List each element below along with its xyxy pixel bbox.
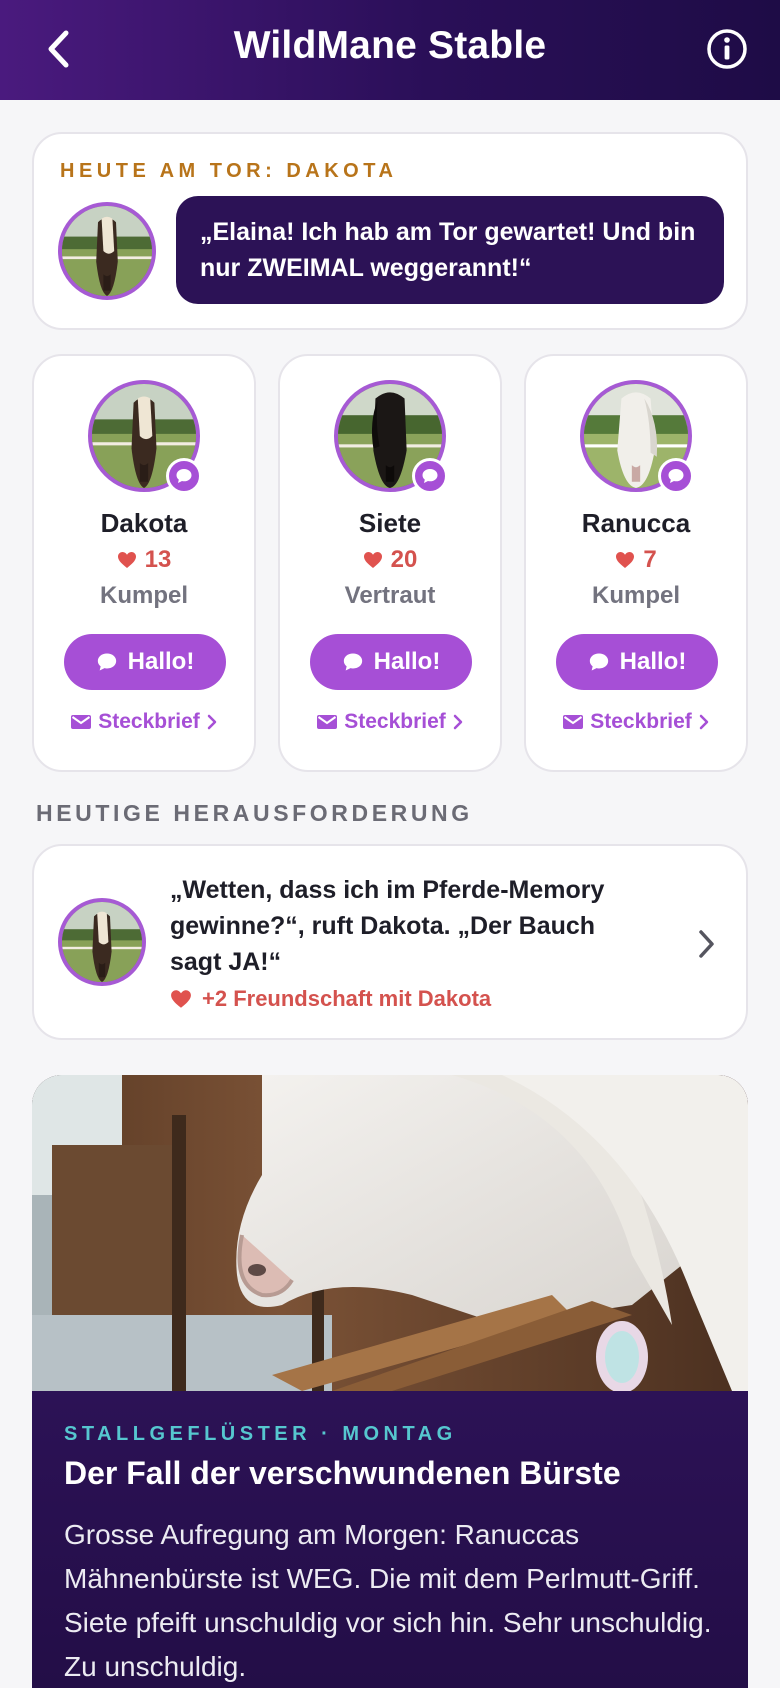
gate-card[interactable]: HEUTE AM TOR: DAKOTA „Elaina! Ich hab am… <box>32 132 748 330</box>
avatar-dakota <box>58 202 156 300</box>
story-photo <box>32 1075 748 1393</box>
friendship-rank: Kumpel <box>99 582 188 609</box>
chevron-right-icon <box>699 930 714 958</box>
friendship-points: 20 <box>280 546 500 574</box>
hearts-value: 7 <box>643 546 657 573</box>
challenge-card[interactable]: „Wetten, dass ich im Pferde-Memory gewin… <box>32 844 748 1040</box>
info-button[interactable] <box>704 26 750 72</box>
challenge-section-label: HEUTIGE HERAUSFORDERUNG <box>36 800 473 826</box>
friend-card-dakota[interactable]: Dakota 13 Kumpel Hallo! Steckbrief <box>32 354 256 772</box>
profile-link[interactable]: Steckbrief <box>34 710 254 734</box>
mail-icon <box>71 715 92 729</box>
story-card[interactable]: STALLGEFLÜSTER · MONTAG Der Fall der ver… <box>32 1075 748 1688</box>
friendship-points: 13 <box>34 546 254 574</box>
hello-button[interactable]: Hallo! <box>310 634 472 690</box>
friendship-points: 7 <box>526 546 746 574</box>
chat-badge <box>412 458 448 494</box>
chat-bubble-icon <box>668 469 684 483</box>
chevron-right-icon <box>699 714 709 730</box>
app-title: WildMane Stable <box>233 24 547 67</box>
hearts-value: 20 <box>390 546 418 573</box>
heart-icon <box>171 990 191 1008</box>
story-text: Grosse Aufregung am Morgen: Ranuccas Mäh… <box>64 1519 712 1682</box>
challenge-text: „Wetten, dass ich im Pferde-Memory gewin… <box>170 876 605 976</box>
story-headline: Der Fall der verschwundenen Bürste <box>64 1455 621 1491</box>
friend-name: Siete <box>358 508 422 538</box>
profile-label: Steckbrief <box>590 710 692 733</box>
chat-badge <box>658 458 694 494</box>
profile-label: Steckbrief <box>344 710 446 733</box>
hello-label: Hallo! <box>127 648 195 675</box>
avatar-dakota <box>58 898 146 986</box>
friend-card-ranucca[interactable]: Ranucca 7 Kumpel Hallo! Steckbrief <box>524 354 748 772</box>
friendship-rank: Kumpel <box>591 582 680 609</box>
gate-quote-bubble: „Elaina! Ich hab am Tor gewartet! Und bi… <box>176 196 724 304</box>
story-meta: STALLGEFLÜSTER · MONTAG <box>64 1423 457 1445</box>
chat-bubble-icon <box>343 653 362 671</box>
chevron-right-icon <box>207 714 217 730</box>
friend-name: Ranucca <box>581 508 691 538</box>
friend-card-siete[interactable]: Siete 20 Vertraut Hallo! Steckbrief <box>278 354 502 772</box>
info-icon <box>707 29 747 69</box>
profile-link[interactable]: Steckbrief <box>280 710 500 734</box>
hello-label: Hallo! <box>619 648 687 675</box>
hello-button[interactable]: Hallo! <box>556 634 718 690</box>
hearts-value: 13 <box>144 546 172 573</box>
challenge-reward: +2 Freundschaft mit Dakota <box>170 986 491 1012</box>
mail-icon <box>317 715 338 729</box>
chat-bubble-icon <box>422 469 438 483</box>
hello-button[interactable]: Hallo! <box>64 634 226 690</box>
heart-icon <box>363 552 382 568</box>
heart-icon <box>117 552 136 568</box>
chat-bubble-icon <box>176 469 192 483</box>
chat-badge <box>166 458 202 494</box>
hello-label: Hallo! <box>373 648 441 675</box>
friend-name: Dakota <box>100 508 188 538</box>
story-body: STALLGEFLÜSTER · MONTAG Der Fall der ver… <box>32 1391 748 1688</box>
profile-link[interactable]: Steckbrief <box>526 710 746 734</box>
profile-label: Steckbrief <box>98 710 200 733</box>
friendship-rank: Vertraut <box>344 582 436 609</box>
chevron-right-icon <box>453 714 463 730</box>
chat-bubble-icon <box>589 653 608 671</box>
reward-text: +2 Freundschaft mit Dakota <box>202 986 492 1011</box>
heart-icon <box>616 552 635 568</box>
top-app-bar: WildMane Stable <box>0 0 780 100</box>
chat-bubble-icon <box>97 653 116 671</box>
mail-icon <box>563 715 584 729</box>
gate-label: HEUTE AM TOR: DAKOTA <box>60 160 398 182</box>
challenge-open-chevron[interactable] <box>696 928 716 965</box>
